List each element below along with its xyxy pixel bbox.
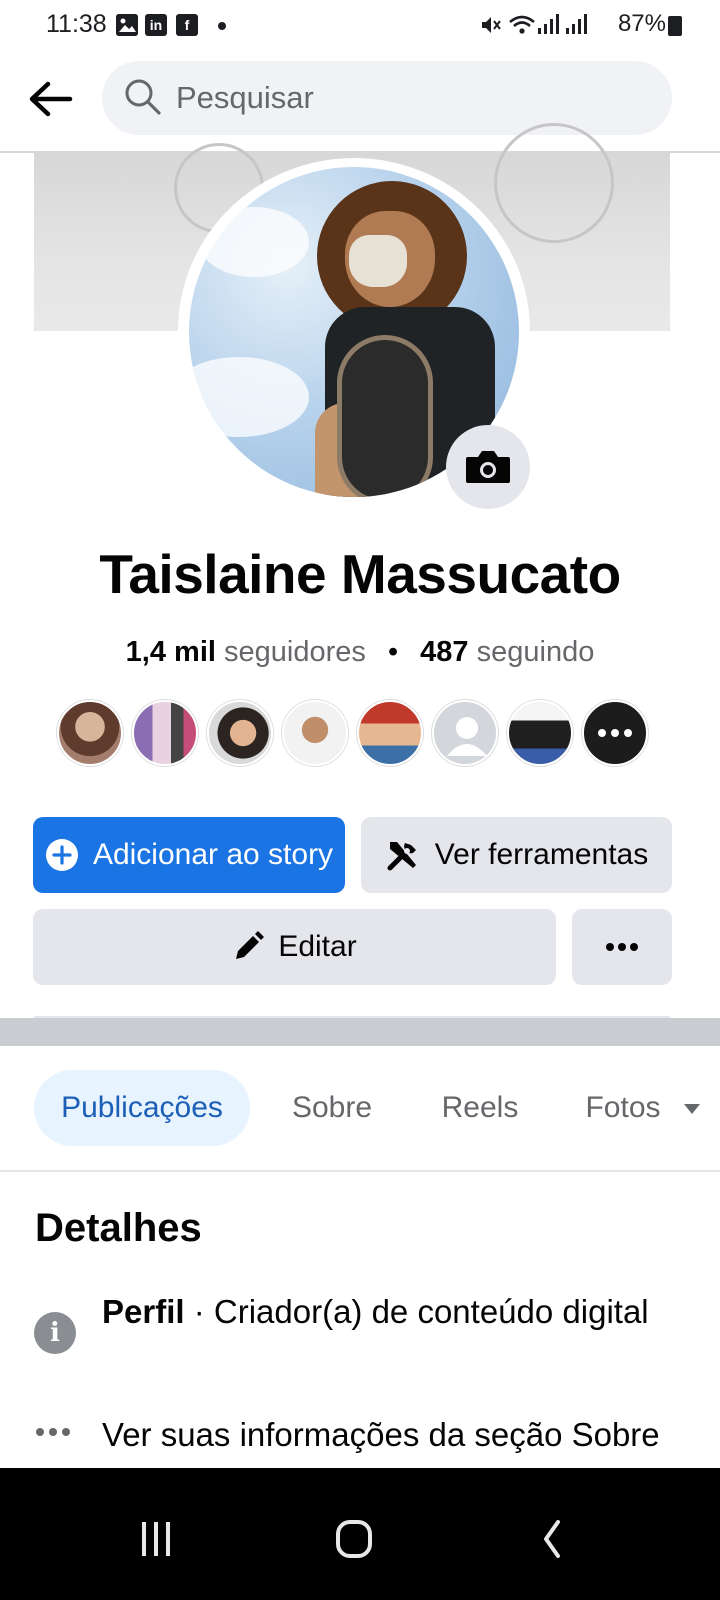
add-to-story-label: Adicionar ao story (92, 838, 334, 871)
tools-icon (385, 837, 421, 873)
cover-decoration (494, 123, 614, 243)
stats-separator: • (387, 636, 399, 668)
linkedin-icon: in (145, 14, 167, 36)
dot (62, 1428, 70, 1436)
dot (36, 1428, 44, 1436)
follower-avatar[interactable] (507, 700, 573, 766)
followers-count[interactable]: 1,4 mil (126, 636, 216, 668)
system-back-button[interactable] (512, 1494, 592, 1574)
info-icon: i (34, 1312, 76, 1354)
dot (624, 729, 632, 737)
follower-avatar[interactable] (357, 700, 423, 766)
more-options-button[interactable] (572, 909, 672, 985)
section-separator (0, 1018, 720, 1046)
battery-percent: 87% (617, 10, 666, 37)
tab-sobre[interactable]: Sobre (278, 1070, 386, 1146)
profile-value: · Criador(a) de conteúdo digital (184, 1293, 649, 1330)
cloud-shape (199, 207, 309, 277)
followers-label[interactable]: seguidores (224, 636, 366, 668)
shoe-shape (337, 335, 433, 497)
details-heading: Detalhes (35, 1206, 202, 1250)
status-time: 11:38 (46, 10, 107, 38)
view-tools-label: Ver ferramentas (434, 838, 649, 871)
profile-label: Perfil (102, 1293, 185, 1330)
profile-name: Taislaine Massucato (99, 543, 621, 605)
default-user-icon (447, 717, 487, 756)
plus-circle-icon (45, 838, 79, 872)
tabs-divider (0, 1170, 720, 1172)
search-bar[interactable] (102, 61, 672, 135)
cloud-shape (189, 357, 309, 437)
more-dots-icon (606, 943, 638, 951)
tab-reels[interactable]: Reels (428, 1070, 532, 1146)
pencil-icon (232, 931, 265, 963)
tab-publicacoes[interactable]: Publicações (34, 1070, 250, 1146)
follower-avatars (57, 700, 657, 768)
more-followers-button[interactable] (582, 700, 648, 766)
view-tools-button[interactable]: Ver ferramentas (361, 817, 672, 893)
search-input[interactable] (176, 61, 646, 135)
home-icon (336, 1520, 372, 1558)
arrow-left-icon (29, 81, 73, 117)
dot (611, 729, 619, 737)
wifi-icon (508, 13, 536, 42)
more-dots-icon (36, 1428, 76, 1440)
back-button[interactable] (26, 74, 76, 124)
tab-fotos[interactable]: Fotos (578, 1070, 668, 1146)
home-button[interactable] (314, 1494, 394, 1574)
caret-down-icon[interactable] (682, 1102, 702, 1121)
recent-apps-icon (142, 1522, 170, 1556)
about-info-link[interactable]: Ver suas informações da seção Sobre (102, 1413, 662, 1456)
chevron-left-icon (544, 1520, 560, 1558)
edit-profile-label: Editar (278, 930, 357, 963)
system-nav-bar (0, 1468, 720, 1600)
mute-icon (480, 14, 502, 41)
signal-icon (538, 14, 590, 41)
profile-tabs: Publicações Sobre Reels Fotos (0, 1070, 720, 1148)
follower-avatar[interactable] (57, 700, 123, 766)
follower-avatar[interactable] (132, 700, 198, 766)
dot (598, 729, 606, 737)
facebook-icon: f (176, 14, 198, 36)
follower-avatar[interactable] (282, 700, 348, 766)
follower-avatar[interactable] (432, 700, 498, 766)
following-count[interactable]: 487 (420, 636, 468, 668)
gallery-icon (116, 14, 138, 36)
status-bar: 11:38 in f 87% (0, 0, 720, 52)
dot (49, 1428, 57, 1436)
follow-stats: 1,4 mil seguidores • 487 seguindo (0, 636, 720, 669)
add-to-story-button[interactable]: Adicionar ao story (33, 817, 345, 893)
camera-icon (466, 451, 510, 483)
following-label[interactable]: seguindo (477, 636, 595, 668)
follower-avatar[interactable] (207, 700, 273, 766)
recent-apps-button[interactable] (116, 1494, 196, 1574)
edit-profile-button[interactable]: Editar (33, 909, 556, 985)
profile-type-detail: Perfil · Criador(a) de conteúdo digital (102, 1290, 662, 1333)
mask-shape (349, 235, 407, 287)
notification-dot-icon (218, 22, 226, 30)
search-icon (125, 79, 161, 115)
change-photo-button[interactable] (446, 425, 530, 509)
battery-icon (668, 16, 682, 36)
